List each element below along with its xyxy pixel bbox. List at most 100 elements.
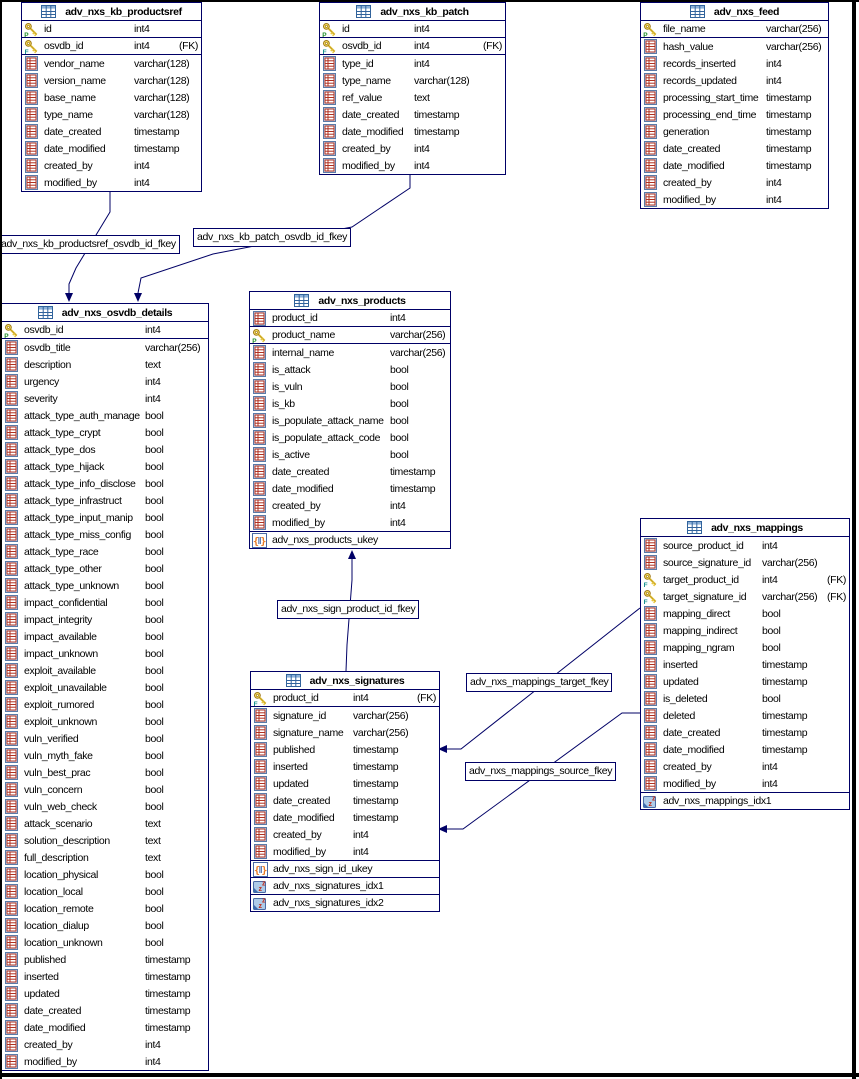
column-row[interactable]: Pproduct_name varchar(256) [250, 327, 450, 344]
column-row[interactable]: exploit_rumored bool [2, 696, 208, 713]
index-row[interactable]: z z adv_nxs_signatures_idx1 [251, 877, 439, 894]
column-row[interactable]: created_by int4 [251, 826, 439, 843]
column-row[interactable]: vuln_verified bool [2, 730, 208, 747]
column-row[interactable]: location_remote bool [2, 900, 208, 917]
column-row[interactable]: date_modified timestamp [641, 157, 828, 174]
column-row[interactable]: location_physical bool [2, 866, 208, 883]
column-row[interactable]: is_populate_attack_name bool [250, 412, 450, 429]
column-row[interactable]: modified_by int4 [250, 514, 450, 531]
column-row[interactable]: Pid int4 [22, 21, 201, 38]
column-row[interactable]: source_signature_id varchar(256) [641, 554, 849, 571]
column-row[interactable]: version_name varchar(128) [22, 72, 201, 89]
column-row[interactable]: vuln_myth_fake bool [2, 747, 208, 764]
column-row[interactable]: inserted timestamp [641, 656, 849, 673]
column-row[interactable]: attack_type_miss_config bool [2, 526, 208, 543]
column-row[interactable]: date_modified timestamp [641, 741, 849, 758]
column-row[interactable]: date_created timestamp [641, 140, 828, 157]
table-header[interactable]: adv_nxs_kb_productsref [22, 3, 201, 21]
column-row[interactable]: description text [2, 356, 208, 373]
column-row[interactable]: Ftarget_product_id int4 (FK) [641, 571, 849, 588]
entity-adv-nxs-kb-patch[interactable]: adv_nxs_kb_patch Pid int4 Fosvdb_id int4 (FK… [319, 2, 506, 175]
column-row[interactable]: attack_type_info_disclose bool [2, 475, 208, 492]
column-row[interactable]: attack_type_auth_manage bool [2, 407, 208, 424]
column-row[interactable]: ref_value text [320, 89, 505, 106]
relationship-label-patch-osvdb-fkey[interactable]: adv_nxs_kb_patch_osvdb_id_fkey [193, 228, 352, 247]
column-row[interactable]: attack_type_infrastruct bool [2, 492, 208, 509]
column-row[interactable]: is_deleted bool [641, 690, 849, 707]
column-row[interactable]: modified_by int4 [251, 843, 439, 860]
column-row[interactable]: full_description text [2, 849, 208, 866]
column-row[interactable]: Fosvdb_id int4 (FK) [22, 38, 201, 55]
column-row[interactable]: signature_id varchar(256) [251, 707, 439, 724]
column-row[interactable]: created_by int4 [641, 174, 828, 191]
column-row[interactable]: mapping_ngram bool [641, 639, 849, 656]
column-row[interactable]: date_modified timestamp [22, 140, 201, 157]
column-row[interactable]: vuln_web_check bool [2, 798, 208, 815]
column-row[interactable]: date_created timestamp [251, 792, 439, 809]
relationship-label-sign-product-fkey[interactable]: adv_nxs_sign_product_id_fkey [277, 600, 420, 619]
entity-adv-nxs-kb-productsref[interactable]: adv_nxs_kb_productsref Pid int4 Fosvdb_id i… [21, 2, 202, 192]
column-row[interactable]: date_created timestamp [2, 1002, 208, 1019]
column-row[interactable]: records_inserted int4 [641, 55, 828, 72]
column-row[interactable]: created_by int4 [250, 497, 450, 514]
column-row[interactable]: source_product_id int4 [641, 537, 849, 554]
column-row[interactable]: vendor_name varchar(128) [22, 55, 201, 72]
column-row[interactable]: is_vuln bool [250, 378, 450, 395]
entity-adv-nxs-signatures[interactable]: adv_nxs_signatures Fproduct_id int4 (FK) si… [250, 671, 440, 912]
column-row[interactable]: created_by int4 [641, 758, 849, 775]
column-row[interactable]: vuln_concern bool [2, 781, 208, 798]
column-row[interactable]: modified_by int4 [641, 775, 849, 792]
column-row[interactable]: is_kb bool [250, 395, 450, 412]
table-header[interactable]: adv_nxs_osvdb_details [2, 304, 208, 322]
column-row[interactable]: product_id int4 [250, 310, 450, 327]
column-row[interactable]: attack_scenario text [2, 815, 208, 832]
column-row[interactable]: date_created timestamp [22, 123, 201, 140]
column-row[interactable]: vuln_best_prac bool [2, 764, 208, 781]
column-row[interactable]: inserted timestamp [2, 968, 208, 985]
column-row[interactable]: urgency int4 [2, 373, 208, 390]
column-row[interactable]: impact_confidential bool [2, 594, 208, 611]
relationship-label-mappings-target-fkey[interactable]: adv_nxs_mappings_target_fkey [466, 673, 613, 692]
column-row[interactable]: published timestamp [251, 741, 439, 758]
table-header[interactable]: adv_nxs_products [250, 292, 450, 310]
table-header[interactable]: adv_nxs_mappings [641, 519, 849, 537]
column-row[interactable]: date_created timestamp [641, 724, 849, 741]
column-row[interactable]: mapping_direct bool [641, 605, 849, 622]
column-row[interactable]: attack_type_input_manip bool [2, 509, 208, 526]
column-row[interactable]: records_updated int4 [641, 72, 828, 89]
column-row[interactable]: Pid int4 [320, 21, 505, 38]
column-row[interactable]: published timestamp [2, 951, 208, 968]
entity-adv-nxs-osvdb-details[interactable]: adv_nxs_osvdb_details Posvdb_id int4 osvdb… [1, 303, 209, 1071]
column-row[interactable]: is_attack bool [250, 361, 450, 378]
column-row[interactable]: solution_description text [2, 832, 208, 849]
column-row[interactable]: attack_type_other bool [2, 560, 208, 577]
column-row[interactable]: updated timestamp [2, 985, 208, 1002]
column-row[interactable]: date_modified timestamp [250, 480, 450, 497]
column-row[interactable]: impact_integrity bool [2, 611, 208, 628]
column-row[interactable]: date_modified timestamp [2, 1019, 208, 1036]
column-row[interactable]: location_dialup bool [2, 917, 208, 934]
column-row[interactable]: inserted timestamp [251, 758, 439, 775]
column-row[interactable]: internal_name varchar(256) [250, 344, 450, 361]
column-row[interactable]: processing_start_time timestamp [641, 89, 828, 106]
relationship-label-productsref-osvdb-fkey[interactable]: adv_nxs_kb_productsref_osvdb_id_fkey [0, 235, 180, 254]
column-row[interactable]: modified_by int4 [22, 174, 201, 191]
column-row[interactable]: created_by int4 [320, 140, 505, 157]
column-row[interactable]: generation timestamp [641, 123, 828, 140]
column-row[interactable]: signature_name varchar(256) [251, 724, 439, 741]
column-row[interactable]: Pfile_name varchar(256) [641, 21, 828, 38]
column-row[interactable]: impact_available bool [2, 628, 208, 645]
column-row[interactable]: hash_value varchar(256) [641, 38, 828, 55]
column-row[interactable]: created_by int4 [2, 1036, 208, 1053]
column-row[interactable]: location_unknown bool [2, 934, 208, 951]
column-row[interactable]: modified_by int4 [2, 1053, 208, 1070]
unique-key-row[interactable]: {} adv_nxs_products_ukey [250, 531, 450, 548]
column-row[interactable]: base_name varchar(128) [22, 89, 201, 106]
column-row[interactable]: modified_by int4 [641, 191, 828, 208]
index-row[interactable]: z z adv_nxs_signatures_idx2 [251, 894, 439, 911]
column-row[interactable]: type_name varchar(128) [22, 106, 201, 123]
column-row[interactable]: date_modified timestamp [251, 809, 439, 826]
unique-key-row[interactable]: {} adv_nxs_sign_id_ukey [251, 860, 439, 877]
column-row[interactable]: is_active bool [250, 446, 450, 463]
table-header[interactable]: adv_nxs_signatures [251, 672, 439, 690]
